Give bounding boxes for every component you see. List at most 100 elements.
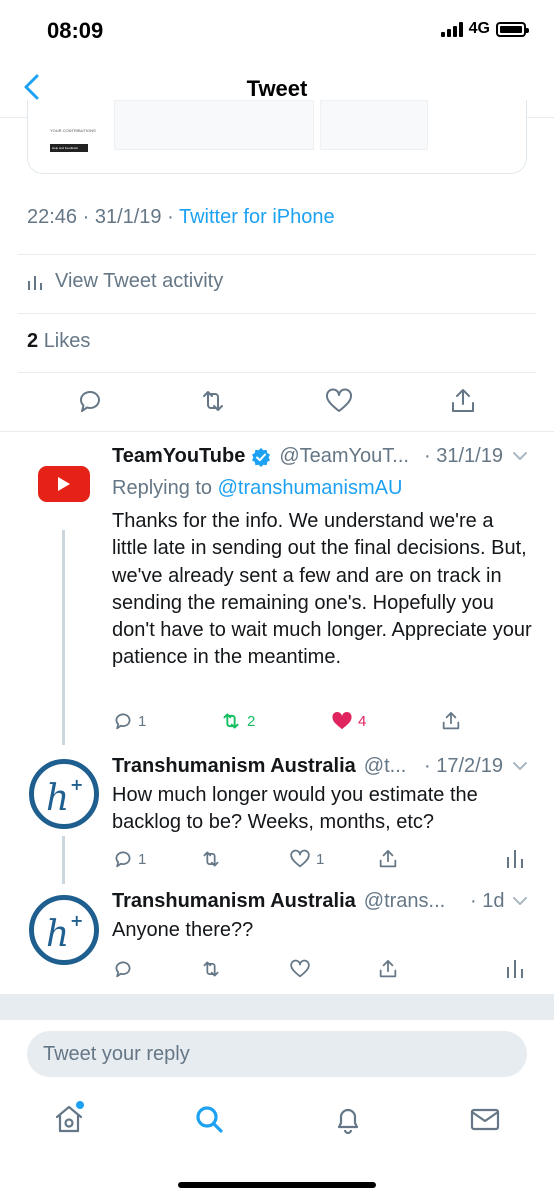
embedded-card[interactable]: YOUR CONTRIBUTIONS Help and Feedback xyxy=(27,100,527,174)
tweet-actions: 1 1 xyxy=(0,848,554,878)
like-button[interactable] xyxy=(288,958,312,980)
share-icon xyxy=(442,712,460,730)
mention-link[interactable]: @transhumanismAU xyxy=(218,477,403,499)
tweet-author-name[interactable]: Transhumanism Australia xyxy=(112,890,356,913)
retweet-count: 2 xyxy=(247,712,256,730)
tweet-actions: 1 2 4 xyxy=(0,710,554,740)
reply-button[interactable] xyxy=(112,958,134,980)
svg-text:+: + xyxy=(70,911,83,930)
share-button[interactable] xyxy=(440,710,462,732)
tweet-actions xyxy=(0,958,554,988)
tweet-author-name[interactable]: TeamYouTube xyxy=(112,445,245,468)
reply-count: 1 xyxy=(138,712,147,730)
transhumanism-avatar[interactable]: h + xyxy=(29,895,99,965)
section-separator xyxy=(0,994,554,1020)
retweet-button[interactable] xyxy=(199,848,223,870)
tweet-header: Transhumanism Australia @t... xyxy=(112,755,406,778)
h-plus-logo-icon: h + xyxy=(46,911,83,955)
status-indicators: 4G xyxy=(440,20,529,38)
analytics-button[interactable] xyxy=(506,958,524,978)
notifications-bell-icon[interactable] xyxy=(331,1102,365,1136)
like-button[interactable]: 4 xyxy=(330,710,366,732)
page-title: Tweet xyxy=(246,76,308,101)
divider xyxy=(0,431,554,432)
like-icon[interactable] xyxy=(324,386,354,416)
verified-badge-icon xyxy=(252,447,271,467)
svg-text:+: + xyxy=(70,775,83,794)
tweet-header: Transhumanism Australia @trans... xyxy=(112,890,445,913)
share-button[interactable] xyxy=(377,958,399,980)
like-icon xyxy=(290,959,310,978)
embed-image xyxy=(114,100,314,150)
analytics-icon xyxy=(507,850,523,868)
network-label: 4G xyxy=(468,20,490,37)
retweet-button[interactable] xyxy=(199,958,223,980)
chevron-down-icon[interactable] xyxy=(512,896,528,906)
analytics-button[interactable] xyxy=(506,848,524,868)
embed-menu: YOUR CONTRIBUTIONS Help and Feedback xyxy=(42,100,108,152)
chevron-down-icon[interactable] xyxy=(512,451,528,461)
retweet-icon xyxy=(203,851,219,867)
embed-image xyxy=(320,100,428,150)
tweet-source-link[interactable]: Twitter for iPhone xyxy=(179,206,335,228)
tweet-date: · 31/1/19 xyxy=(424,445,503,467)
retweet-icon xyxy=(203,961,219,977)
reply-icon xyxy=(115,851,131,868)
tweet-date: · 1d xyxy=(470,890,505,912)
status-bar: 08:09 4G xyxy=(0,0,554,58)
signal-icon xyxy=(440,21,463,37)
tweet-text: Anyone there?? xyxy=(112,919,254,941)
tweet-text: Thanks for the info. We understand we're… xyxy=(112,510,532,669)
activity-icon xyxy=(28,275,42,290)
transhumanism-avatar[interactable]: h + xyxy=(29,759,99,829)
view-activity-button[interactable]: View Tweet activity xyxy=(27,270,223,293)
tweet-reply-input[interactable]: Tweet your reply xyxy=(27,1031,527,1077)
search-icon[interactable] xyxy=(192,1102,226,1136)
reply-button[interactable]: 1 xyxy=(112,710,146,732)
like-count: 1 xyxy=(316,850,325,868)
retweet-button[interactable]: 2 xyxy=(219,710,255,732)
tweet-author-name[interactable]: Transhumanism Australia xyxy=(112,755,356,778)
tweet-text: How much longer would you estimate the b… xyxy=(112,784,478,834)
tweet-date: · 17/2/19 xyxy=(424,755,503,777)
reply-button[interactable]: 1 xyxy=(112,848,146,870)
tweet-author-handle: @TeamYouT... xyxy=(279,445,409,467)
divider xyxy=(18,372,536,373)
embed-button: Help and Feedback xyxy=(50,144,88,152)
share-button[interactable] xyxy=(377,848,399,870)
tweet-author-handle: @trans... xyxy=(363,890,446,912)
likes-label: Likes xyxy=(43,330,91,352)
share-icon xyxy=(379,960,397,978)
divider xyxy=(18,254,536,255)
tweet-header: TeamYouTube @TeamYouT... xyxy=(112,445,409,468)
chevron-down-icon[interactable] xyxy=(512,761,528,771)
likes-count: 2 xyxy=(27,330,39,352)
reply-icon xyxy=(115,961,131,978)
battery-icon xyxy=(496,21,529,37)
home-notification-dot xyxy=(76,1101,84,1109)
like-count: 4 xyxy=(358,712,367,730)
divider xyxy=(18,313,536,314)
reply-count: 1 xyxy=(138,850,147,868)
share-icon[interactable] xyxy=(448,386,478,416)
analytics-icon xyxy=(507,960,523,978)
messages-envelope-icon[interactable] xyxy=(468,1102,502,1136)
h-plus-logo-icon: h + xyxy=(46,775,83,819)
home-indicator xyxy=(178,1182,376,1188)
tweet-timestamp: 22:46 · 31/1/19 · Twitter for iPhone xyxy=(27,206,335,229)
reply-icon[interactable] xyxy=(75,386,105,416)
activity-label: View Tweet activity xyxy=(55,270,224,292)
retweet-icon[interactable] xyxy=(198,386,228,416)
heart-filled-icon xyxy=(332,711,352,730)
like-icon xyxy=(290,849,310,868)
retweet-icon xyxy=(223,713,239,729)
share-icon xyxy=(379,850,397,868)
replying-to: Replying to @transhumanismAU xyxy=(112,477,402,500)
tweet-author-handle: @t... xyxy=(363,755,407,777)
like-button[interactable]: 1 xyxy=(288,848,324,870)
reply-icon xyxy=(115,713,131,730)
replying-to-label: Replying to xyxy=(112,477,218,499)
likes-count-link[interactable]: 2 Likes xyxy=(27,330,90,353)
svg-text:h: h xyxy=(46,914,69,955)
youtube-avatar[interactable] xyxy=(38,466,90,502)
